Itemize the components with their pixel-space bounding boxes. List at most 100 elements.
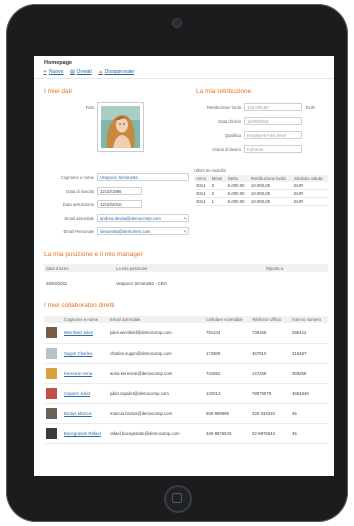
avatar (46, 327, 57, 339)
work-schedule-label: Orario di lavoro (212, 147, 241, 152)
app-screen: Homepage + Nuovo ▤ Ovviati ▲ Disapprovate I… (34, 56, 334, 476)
cell-email: jules.winnfield@democomp.com (108, 323, 204, 344)
tablet-frame: Homepage + Nuovo ▤ Ovviati ▲ Disapprovate I… (6, 4, 348, 522)
avatar (46, 427, 57, 439)
payslip-table: Anno Mese Netto Retribuzione lorda Simbo… (194, 175, 328, 206)
document-icon: ▤ (70, 69, 75, 75)
avatar (46, 347, 57, 359)
cell-email: charles.sugon@democomp.com (108, 343, 204, 364)
fullname-label: Cognome e nome (60, 175, 94, 180)
approved-button[interactable]: ▤ Ovviati (69, 69, 92, 75)
cell-phone: 333-333333 (250, 403, 290, 424)
edit-pencil-icon[interactable]: ✎ (184, 228, 187, 234)
table-row[interactable]: Winnfield Jules jules.winnfield@democomp.… (44, 323, 328, 344)
col-net: Netto (225, 175, 249, 182)
qualification-field[interactable]: Employee First level (244, 131, 302, 139)
work-schedule-field[interactable]: Full time (244, 145, 302, 153)
col-name: Cognome e nome (62, 316, 108, 323)
hire-date-label: Data assunzione (62, 202, 94, 207)
col-photo (44, 316, 62, 323)
company-email-label: Email aziendale (64, 216, 94, 221)
action-bar: + Nuovo ▤ Ovviati ▲ Disapprovate (42, 69, 135, 75)
company-email-field[interactable]: andrea.devita@democomp.com ✎ (97, 214, 189, 222)
new-button[interactable]: + Nuovo (42, 69, 64, 75)
page-title: Homepage (44, 60, 73, 66)
position-title: La mia posizione e il mio manager (44, 251, 143, 258)
profile-photo[interactable] (97, 102, 144, 152)
table-row[interactable]: 2014 3 6.000,00 10.000,00 EUR (194, 182, 328, 190)
hire-date-field[interactable]: 12/10/2010 (97, 200, 142, 208)
table-row[interactable]: Kerenine Anna anna.kerenine@democomp.com 7… (44, 363, 328, 384)
my-data-title: I miei dati (44, 88, 72, 95)
col-start-date: Data d'inizio (46, 265, 69, 271)
cell-name[interactable]: Bocegrande Rafael (62, 423, 108, 444)
cell-phone: 147258 (250, 363, 290, 384)
cell-email: anna.kerenine@democomp.com (108, 363, 204, 384)
col-currency: Simbolo valuta (292, 175, 328, 182)
gross-pay-label: Retribuzione lorda (207, 105, 241, 110)
cell-name[interactable]: Sugon Charles (62, 343, 108, 364)
personal-email-label: Email Personale (63, 229, 95, 234)
cell-ext: 4654846 (290, 383, 328, 404)
cell-phone: 02-9876543 (250, 423, 290, 444)
table-row[interactable]: Brutus Marcus marcus.brutus@democomp.com 5… (44, 403, 328, 424)
table-row[interactable]: Bocegrande Rafael rafael.bocegrande@democ… (44, 423, 328, 444)
fullname-field[interactable]: Vespucci Simonetta (97, 173, 189, 181)
avatar (46, 387, 57, 399)
cell-name[interactable]: Winnfield Jules (62, 323, 108, 344)
venus-portrait-icon (101, 106, 140, 148)
payslip-header-row: Anno Mese Netto Retribuzione lorda Simbo… (194, 175, 328, 182)
col-gross: Retribuzione lorda (248, 175, 293, 182)
plus-icon: + (43, 69, 47, 75)
cell-phone: 739155 (250, 323, 290, 344)
col-my-position: La mia posizione (116, 265, 148, 271)
collaborators-title: I miei collaboratori diretti (44, 302, 115, 309)
avatar (46, 367, 57, 379)
cell-email: juliet.capulet@democomp.com (108, 383, 204, 404)
birthdate-field[interactable]: 12/10/1956 (97, 187, 142, 195)
col-phone: Telefono Ufficio (250, 316, 290, 323)
warning-icon: ▲ (98, 69, 104, 75)
position-start-date: 29/04/2011 (46, 281, 68, 286)
photo-label: Foto (85, 105, 94, 110)
table-row[interactable]: Sugon Charles charles.sugon@democomp.com 1… (44, 343, 328, 364)
cell-ext: 286422 (290, 323, 328, 344)
col-year: Anno (194, 175, 210, 182)
cell-mobile: 555-999999 (204, 403, 250, 424)
cell-ext: 316487 (290, 343, 328, 364)
col-mobile: Cellulare Aziendale (204, 316, 250, 323)
cell-name[interactable]: Kerenine Anna (62, 363, 108, 384)
cell-mobile: 340-9876543 (204, 423, 250, 444)
col-month: Mese (209, 175, 226, 182)
disapproved-button[interactable]: ▲ Disapprovate (98, 69, 134, 75)
cell-email: rafael.bocegrande@democomp.com (108, 423, 204, 444)
edit-pencil-icon[interactable]: ✎ (184, 215, 187, 221)
col-ext: Interno numero (290, 316, 328, 323)
position-table-header: Data d'inizio La mia posizione Riporta a (44, 264, 328, 272)
gross-pay-currency: EUR (306, 105, 315, 110)
col-reports-to: Riporta a (266, 265, 283, 271)
table-row[interactable]: Capulet Juliet juliet.capulet@democomp.co… (44, 383, 328, 404)
cell-ext: 369258 (290, 363, 328, 384)
position-value: Vespucci Simonetta - CEO (116, 281, 167, 286)
table-row[interactable]: 2014 2 6.000,00 10.000,00 EUR (194, 189, 328, 198)
table-row[interactable]: 2014 1 6.000,00 10.000,00 EUR (194, 197, 328, 206)
start-date-field[interactable]: 16/05/2012 (244, 117, 302, 125)
gross-pay-field[interactable]: 120.000,00 (244, 103, 302, 111)
last-payslips-label: Ultimi tre cedolini (194, 168, 226, 173)
birthdate-label: Data di nascita (66, 189, 94, 194)
toolbar: Homepage + Nuovo ▤ Ovviati ▲ Disapprovate (34, 56, 334, 79)
personal-email-field[interactable]: simonetta@demohrm.com ✎ (97, 227, 189, 235)
cell-mobile: 741852 (204, 363, 250, 384)
cell-ext: 45 (290, 423, 328, 444)
retribution-title: La mia retribuzione (196, 88, 252, 95)
cell-mobile: 132013 (204, 383, 250, 404)
cell-email: marcus.brutus@democomp.com (108, 403, 204, 424)
home-button[interactable] (164, 485, 192, 513)
avatar (46, 407, 57, 419)
camera-icon (172, 18, 182, 28)
cell-name[interactable]: Capulet Juliet (62, 383, 108, 404)
cell-name[interactable]: Brutus Marcus (62, 403, 108, 424)
col-email: Email aziendale (108, 316, 204, 323)
qualification-label: Qualifica (224, 133, 241, 138)
